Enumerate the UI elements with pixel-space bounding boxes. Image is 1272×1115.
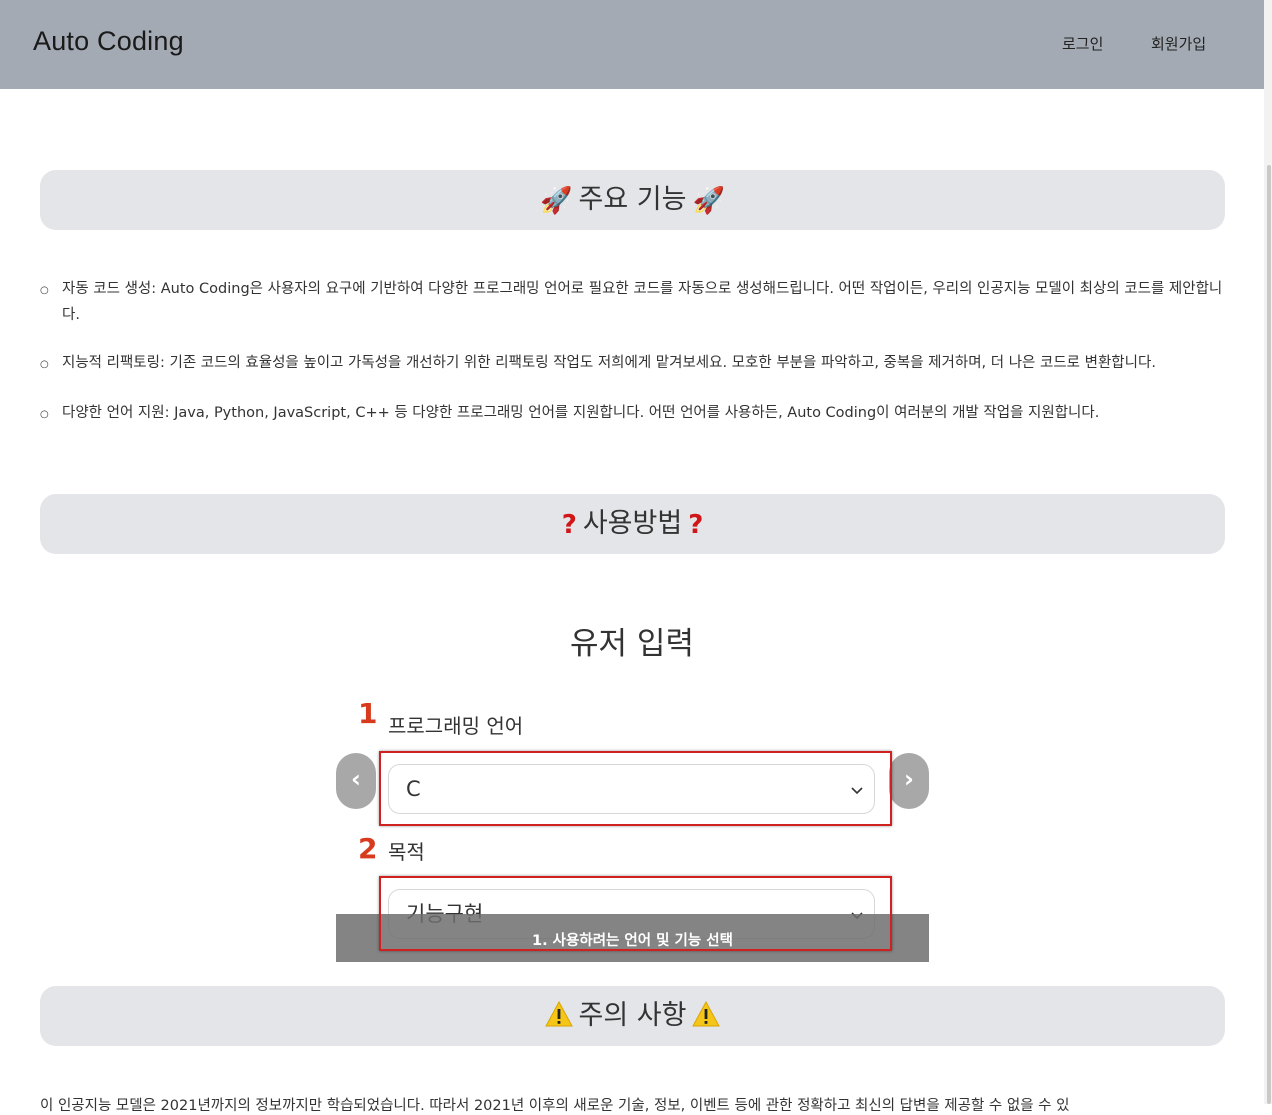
- top-navbar: Auto Coding 로그인 회원가입: [0, 0, 1264, 89]
- highlight-box: [379, 876, 892, 951]
- scrollbar-thumb[interactable]: [1267, 165, 1271, 1104]
- features-list: ○ 자동 코드 생성: Auto Coding은 사용자의 요구에 기반하여 다양…: [40, 277, 1225, 451]
- bullet-icon: ○: [40, 285, 49, 296]
- bullet-icon: ○: [40, 359, 49, 370]
- next-slide-button[interactable]: ›: [889, 753, 929, 809]
- step-number-2: 2: [358, 832, 378, 865]
- bullet-icon: ○: [40, 409, 49, 420]
- step-number-1: 1: [358, 697, 378, 730]
- rocket-icon: 🚀: [540, 185, 573, 216]
- language-label: 프로그래밍 언어: [388, 714, 524, 738]
- usage-section-header: ? 사용방법?: [40, 494, 1225, 554]
- warning-icon: [544, 1000, 573, 1026]
- rocket-icon: 🚀: [692, 185, 725, 216]
- list-item: ○ 자동 코드 생성: Auto Coding은 사용자의 요구에 기반하여 다양…: [40, 281, 1223, 323]
- list-item: ○ 다양한 언어 지원: Java, Python, JavaScript, C+…: [40, 401, 1225, 427]
- caution-text: 이 인공지능 모델은 2021년까지의 정보까지만 학습되었습니다. 따라서 2…: [40, 1098, 1070, 1114]
- features-title: 주요 기능: [578, 184, 687, 215]
- warning-icon: [692, 1000, 721, 1026]
- caution-title: 주의 사항: [578, 1000, 687, 1031]
- user-input-title: 유저 입력: [570, 626, 694, 662]
- red-question-icon: ?: [561, 509, 577, 540]
- red-question-icon: ?: [688, 509, 704, 540]
- highlight-box: [379, 751, 892, 826]
- usage-title: 사용방법: [582, 508, 683, 539]
- caution-section-header: 주의 사항: [40, 986, 1225, 1046]
- brand-logo[interactable]: Auto Coding: [33, 26, 184, 57]
- prev-slide-button[interactable]: ‹: [336, 753, 376, 809]
- list-item: ○ 지능적 리팩토링: 기존 코드의 효율성을 높이고 가독성을 개선하기 위한 …: [40, 351, 1225, 377]
- login-link[interactable]: 로그인: [1062, 33, 1103, 54]
- purpose-label: 목적: [388, 840, 425, 864]
- signup-link[interactable]: 회원가입: [1151, 33, 1206, 54]
- features-section-header: 🚀 주요 기능 🚀: [40, 170, 1225, 230]
